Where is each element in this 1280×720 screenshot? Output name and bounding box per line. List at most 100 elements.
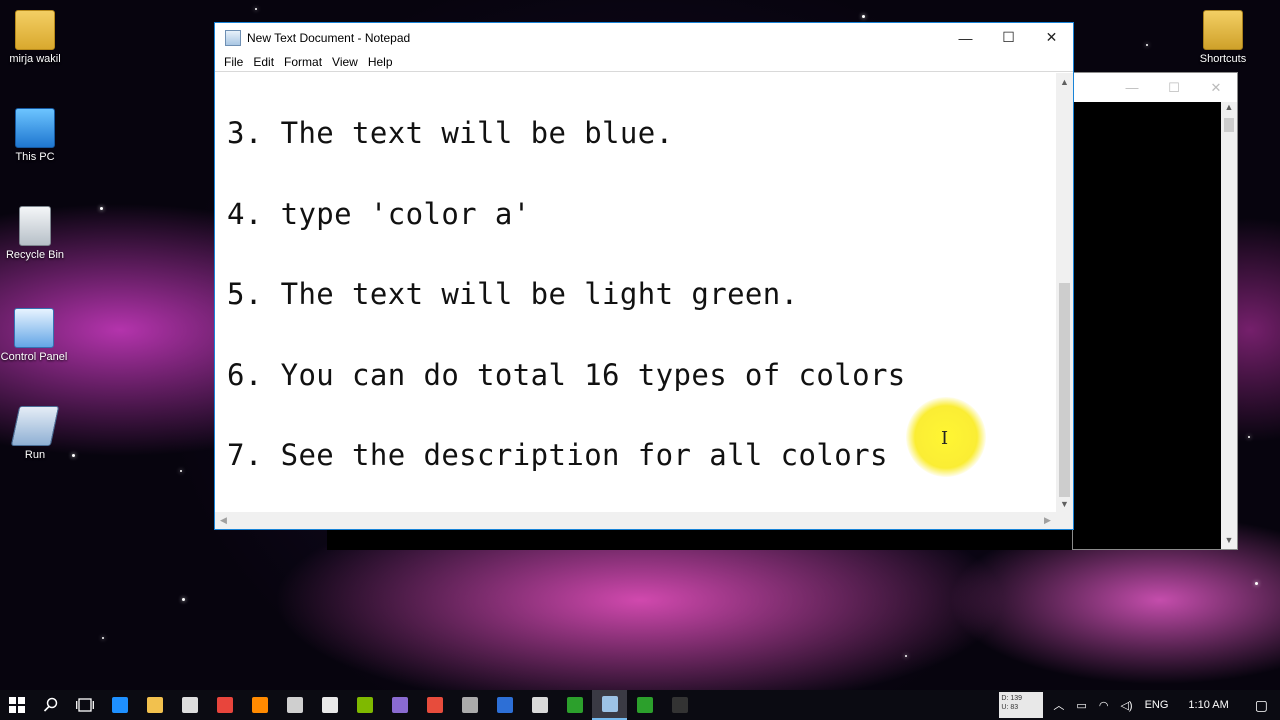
star (1248, 436, 1250, 438)
console-body[interactable] (1073, 102, 1223, 549)
console-titlebar[interactable]: — ☐ ✕ (1073, 73, 1237, 102)
taskbar-app-button[interactable] (487, 690, 522, 720)
clock[interactable]: 1:10 AM (1174, 699, 1242, 711)
desktop-icon-user-folder[interactable]: mirja wakil (0, 10, 70, 65)
chrome-icon (216, 697, 233, 713)
taskbar-app-button[interactable] (417, 690, 452, 720)
taskbar-app-button[interactable] (347, 690, 382, 720)
menu-view[interactable]: View (327, 55, 363, 69)
system-tray: D: 139 U: 83 ︿ ▭ ◠ ◁) ENG 1:10 AM ▢ (999, 690, 1280, 720)
start-button[interactable] (0, 690, 34, 720)
taskbar-app-button[interactable] (242, 690, 277, 720)
taskbar-app-button[interactable] (627, 690, 662, 720)
scroll-down-arrow-icon[interactable]: ▼ (1221, 535, 1237, 549)
wifi-icon[interactable]: ◠ (1093, 699, 1115, 712)
desktop-icon-recycle-bin[interactable]: Recycle Bin (0, 206, 70, 261)
taskbar-app-button[interactable] (557, 690, 592, 720)
app-icon-4 (461, 697, 478, 713)
app-icon-7 (566, 697, 583, 713)
star (72, 454, 75, 457)
star (862, 15, 865, 18)
menu-file[interactable]: File (219, 55, 248, 69)
volume-icon[interactable]: ◁) (1114, 699, 1138, 712)
maximize-button[interactable]: ☐ (987, 23, 1030, 52)
menu-help[interactable]: Help (363, 55, 398, 69)
taskbar-app-button[interactable] (592, 690, 627, 720)
network-meter: D: 139 U: 83 (999, 692, 1044, 718)
search-button[interactable] (34, 690, 68, 720)
star (1255, 582, 1258, 585)
battery-icon[interactable]: ▭ (1070, 699, 1092, 712)
text-line: 7. See the description for all colors (227, 438, 888, 472)
console-window[interactable]: — ☐ ✕ ▲ ▼ (1072, 72, 1238, 550)
taskbar-app-button[interactable] (277, 690, 312, 720)
menu-format[interactable]: Format (279, 55, 327, 69)
scroll-right-arrow-icon[interactable]: ▶ (1039, 512, 1056, 529)
desktop-icon-label: Control Panel (0, 351, 68, 363)
text-line: 5. The text will be light green. (227, 277, 799, 311)
taskbar-app-button[interactable] (137, 690, 172, 720)
computer-icon (15, 108, 55, 148)
search-icon (43, 697, 58, 712)
notepad-running-icon (601, 696, 618, 712)
scroll-up-arrow-icon[interactable]: ▲ (1221, 102, 1237, 116)
horizontal-scrollbar[interactable]: ◀ ▶ (215, 512, 1056, 529)
control-panel-icon (14, 308, 54, 348)
taskbar-app-button[interactable] (452, 690, 487, 720)
star (180, 470, 182, 472)
user-folder-icon (15, 10, 55, 50)
desktop-icon-run[interactable]: Run (0, 406, 70, 461)
star (100, 207, 103, 210)
task-view-button[interactable] (68, 690, 102, 720)
star (255, 8, 257, 10)
maximize-button[interactable]: ☐ (1153, 80, 1195, 96)
task-view-icon (76, 698, 94, 712)
cmd-icon (671, 697, 688, 713)
scroll-up-arrow-icon[interactable]: ▲ (1056, 73, 1073, 90)
console-vertical-scrollbar[interactable]: ▲ ▼ (1221, 102, 1237, 549)
text-line: 6. You can do total 16 types of colors (227, 358, 906, 392)
desktop-icon-control-panel[interactable]: Control Panel (0, 308, 68, 363)
run-icon (10, 406, 60, 446)
taskbar-app-button[interactable] (522, 690, 557, 720)
taskbar-app-button[interactable] (382, 690, 417, 720)
notepad-titlebar[interactable]: New Text Document - Notepad — ☐ ✕ (215, 23, 1073, 52)
firefox-icon (251, 697, 268, 713)
taskbar-app-button[interactable] (207, 690, 242, 720)
taskbar-app-button[interactable] (102, 690, 137, 720)
vertical-scrollbar[interactable]: ▲ ▼ (1056, 73, 1073, 512)
menu-bar: File Edit Format View Help (215, 52, 1073, 72)
desktop-icon-this-pc[interactable]: This PC (0, 108, 70, 163)
shortcuts-folder-icon (1203, 10, 1243, 50)
app-icon-3 (426, 697, 443, 713)
text-cursor-icon: I (941, 428, 949, 449)
menu-edit[interactable]: Edit (248, 55, 279, 69)
scroll-left-arrow-icon[interactable]: ◀ (215, 512, 232, 529)
close-button[interactable]: ✕ (1030, 23, 1073, 52)
scroll-down-arrow-icon[interactable]: ▼ (1056, 495, 1073, 512)
windows-logo-icon (9, 697, 25, 713)
minimize-button[interactable]: — (1111, 80, 1153, 95)
taskbar-app-button[interactable] (662, 690, 697, 720)
app-icon-6 (531, 697, 548, 713)
file-explorer-icon (146, 697, 163, 713)
app-icon-2 (391, 697, 408, 713)
minimize-button[interactable]: — (944, 23, 987, 52)
scroll-thumb[interactable] (1059, 283, 1070, 497)
close-button[interactable]: ✕ (1195, 80, 1237, 96)
size-grip[interactable] (1056, 512, 1073, 529)
text-line: 4. type 'color a' (227, 197, 531, 231)
net-up: U: 83 (1001, 704, 1019, 711)
app-icon-8 (636, 697, 653, 713)
chevron-up-icon[interactable]: ︿ (1047, 697, 1070, 713)
language-indicator[interactable]: ENG (1139, 699, 1175, 711)
recycle-bin-icon (19, 206, 51, 246)
notifications-icon[interactable]: ▢ (1243, 697, 1280, 714)
desktop-icon-label: Shortcuts (1199, 53, 1247, 65)
taskbar-app-button[interactable] (172, 690, 207, 720)
desktop-icon-label: mirja wakil (9, 53, 61, 65)
star (905, 655, 907, 657)
scroll-thumb[interactable] (1224, 118, 1234, 132)
desktop-icon-shortcuts[interactable]: Shortcuts (1188, 10, 1258, 65)
taskbar-app-button[interactable] (312, 690, 347, 720)
